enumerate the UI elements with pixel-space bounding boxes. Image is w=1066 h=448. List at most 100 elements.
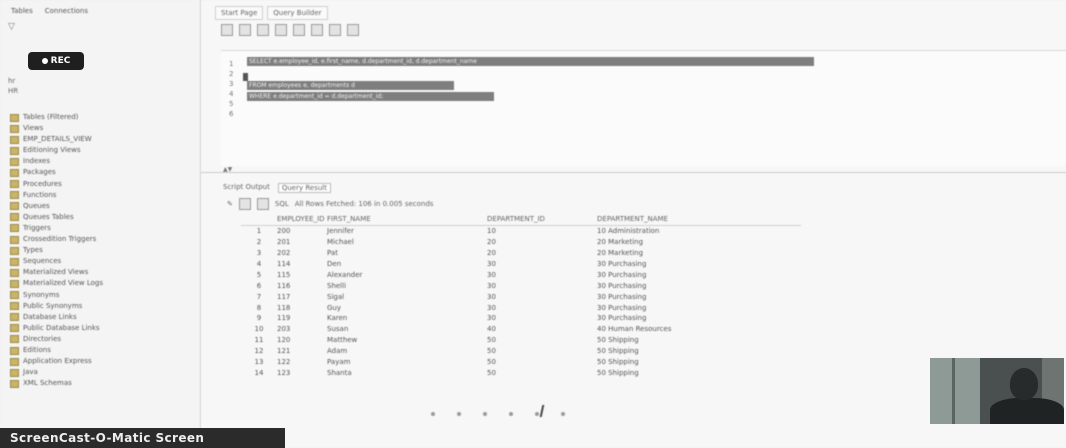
table-cell[interactable]: Susan (327, 325, 487, 333)
table-cell[interactable]: 30 (487, 304, 597, 312)
table-cell[interactable]: 115 (277, 271, 327, 279)
table-cell[interactable]: 203 (277, 325, 327, 333)
table-cell[interactable]: 20 (487, 249, 597, 257)
table-row[interactable]: 5 115 Alexander 30 30 Purchasing (241, 269, 801, 280)
table-row[interactable]: 1 200 Jennifer 10 10 Administration (241, 226, 801, 237)
run-script-icon[interactable] (239, 24, 251, 36)
table-cell[interactable]: 116 (277, 282, 327, 290)
format-icon[interactable] (347, 24, 359, 36)
tree-node[interactable]: Procedures (10, 179, 103, 190)
table-cell[interactable]: 123 (277, 369, 327, 377)
tree-node[interactable]: Tables (Filtered) (10, 112, 103, 123)
sql-line[interactable]: FROM employees e, departments d (247, 81, 454, 90)
connection-item[interactable]: HR (8, 86, 18, 96)
table-cell[interactable]: 121 (277, 347, 327, 355)
tree-node[interactable]: Public Database Links (10, 323, 103, 334)
tab-start-page[interactable]: Start Page (215, 6, 264, 20)
table-row[interactable]: 10 203 Susan 40 40 Human Resources (241, 324, 801, 335)
tab-query-builder[interactable]: Query Builder (267, 6, 328, 20)
tree-node[interactable]: Crossedition Triggers (10, 234, 103, 245)
tree-node[interactable]: Database Links (10, 312, 103, 323)
table-row[interactable]: 12 121 Adam 50 50 Shipping (241, 346, 801, 357)
table-cell[interactable]: 120 (277, 336, 327, 344)
table-cell[interactable]: 50 Shipping (597, 369, 801, 377)
tree-node[interactable]: Editions (10, 345, 103, 356)
table-cell[interactable]: Den (327, 260, 487, 268)
column-header[interactable]: EMPLOYEE_ID (277, 215, 327, 223)
table-cell[interactable]: 10 (487, 227, 597, 235)
table-cell[interactable]: 122 (277, 358, 327, 366)
table-cell[interactable]: 30 Purchasing (597, 293, 801, 301)
table-cell[interactable]: 201 (277, 238, 327, 246)
autotrace-icon[interactable] (311, 24, 323, 36)
table-row[interactable]: 11 120 Matthew 50 50 Shipping (241, 335, 801, 346)
table-cell[interactable]: 50 Shipping (597, 336, 801, 344)
column-header[interactable]: FIRST_NAME (327, 215, 487, 223)
collapse-arrow-icon[interactable]: ▲▼ (223, 166, 232, 173)
recording-indicator[interactable]: REC (28, 52, 84, 70)
table-cell[interactable]: 40 Human Resources (597, 325, 801, 333)
tree-node[interactable]: Views (10, 123, 103, 134)
export-icon[interactable] (256, 198, 269, 210)
table-row[interactable]: 4 114 Den 30 30 Purchasing (241, 259, 801, 270)
tree-node[interactable]: Materialized Views (10, 267, 103, 278)
tree-node[interactable]: XML Schemas (10, 378, 103, 389)
table-cell[interactable]: 30 Purchasing (597, 282, 801, 290)
tab-script-output[interactable]: Script Output (223, 183, 270, 193)
explain-plan-icon[interactable] (293, 24, 305, 36)
tree-node[interactable]: Directories (10, 334, 103, 345)
tree-node[interactable]: Java (10, 367, 103, 378)
table-cell[interactable]: 50 (487, 347, 597, 355)
table-cell[interactable]: Adam (327, 347, 487, 355)
table-cell[interactable]: 20 Marketing (597, 238, 801, 246)
table-cell[interactable]: 30 (487, 314, 597, 322)
table-row[interactable]: 7 117 Sigal 30 30 Purchasing (241, 291, 801, 302)
tree-node[interactable]: Triggers (10, 223, 103, 234)
table-cell[interactable]: 30 (487, 271, 597, 279)
table-cell[interactable]: 50 (487, 336, 597, 344)
table-cell[interactable]: Jennifer (327, 227, 487, 235)
table-cell[interactable]: 119 (277, 314, 327, 322)
table-cell[interactable]: 30 Purchasing (597, 260, 801, 268)
table-cell[interactable]: 30 Purchasing (597, 314, 801, 322)
table-row[interactable]: 14 123 Shanta 50 50 Shipping (241, 367, 801, 378)
table-row[interactable]: 3 202 Pat 20 20 Marketing (241, 248, 801, 259)
run-statement-icon[interactable] (221, 24, 233, 36)
tree-node[interactable]: Functions (10, 190, 103, 201)
table-cell[interactable]: 30 (487, 293, 597, 301)
tree-node[interactable]: Packages (10, 167, 103, 178)
tree-node[interactable]: Types (10, 245, 103, 256)
table-cell[interactable]: 117 (277, 293, 327, 301)
tree-node[interactable]: Synonyms (10, 290, 103, 301)
table-cell[interactable]: Pat (327, 249, 487, 257)
tab-tables[interactable]: Tables (8, 6, 36, 16)
tree-node[interactable]: Materialized View Logs (10, 278, 103, 289)
table-cell[interactable]: 114 (277, 260, 327, 268)
table-row[interactable]: 6 116 Shelli 30 30 Purchasing (241, 280, 801, 291)
table-cell[interactable]: 10 Administration (597, 227, 801, 235)
clear-icon[interactable] (329, 24, 341, 36)
table-cell[interactable]: 200 (277, 227, 327, 235)
table-row[interactable]: 8 118 Guy 30 30 Purchasing (241, 302, 801, 313)
refresh-icon[interactable] (238, 198, 251, 210)
table-cell[interactable]: 50 Shipping (597, 347, 801, 355)
connection-item[interactable]: hr (8, 76, 18, 86)
table-row[interactable]: 2 201 Michael 20 20 Marketing (241, 237, 801, 248)
tree-node[interactable]: Indexes (10, 156, 103, 167)
table-cell[interactable]: 30 (487, 282, 597, 290)
table-cell[interactable]: Shelli (327, 282, 487, 290)
tab-connections[interactable]: Connections (42, 6, 91, 16)
sql-editor[interactable]: 1 2 3 4 5 6 SELECT e.employee_id, e.first_nam… (221, 50, 1066, 166)
tree-node[interactable]: Editioning Views (10, 145, 103, 156)
table-cell[interactable]: 50 Shipping (597, 358, 801, 366)
table-cell[interactable]: Michael (327, 238, 487, 246)
tree-node[interactable]: EMP_DETAILS_VIEW (10, 134, 103, 145)
rollback-icon[interactable] (275, 24, 287, 36)
table-cell[interactable]: 202 (277, 249, 327, 257)
table-cell[interactable]: 30 (487, 260, 597, 268)
table-cell[interactable]: 40 (487, 325, 597, 333)
tab-query-result[interactable]: Query Result (277, 183, 331, 193)
table-cell[interactable]: Alexander (327, 271, 487, 279)
sql-line[interactable]: WHERE e.department_id = d.department_id; (247, 92, 494, 101)
column-header[interactable]: DEPARTMENT_ID (487, 215, 597, 223)
